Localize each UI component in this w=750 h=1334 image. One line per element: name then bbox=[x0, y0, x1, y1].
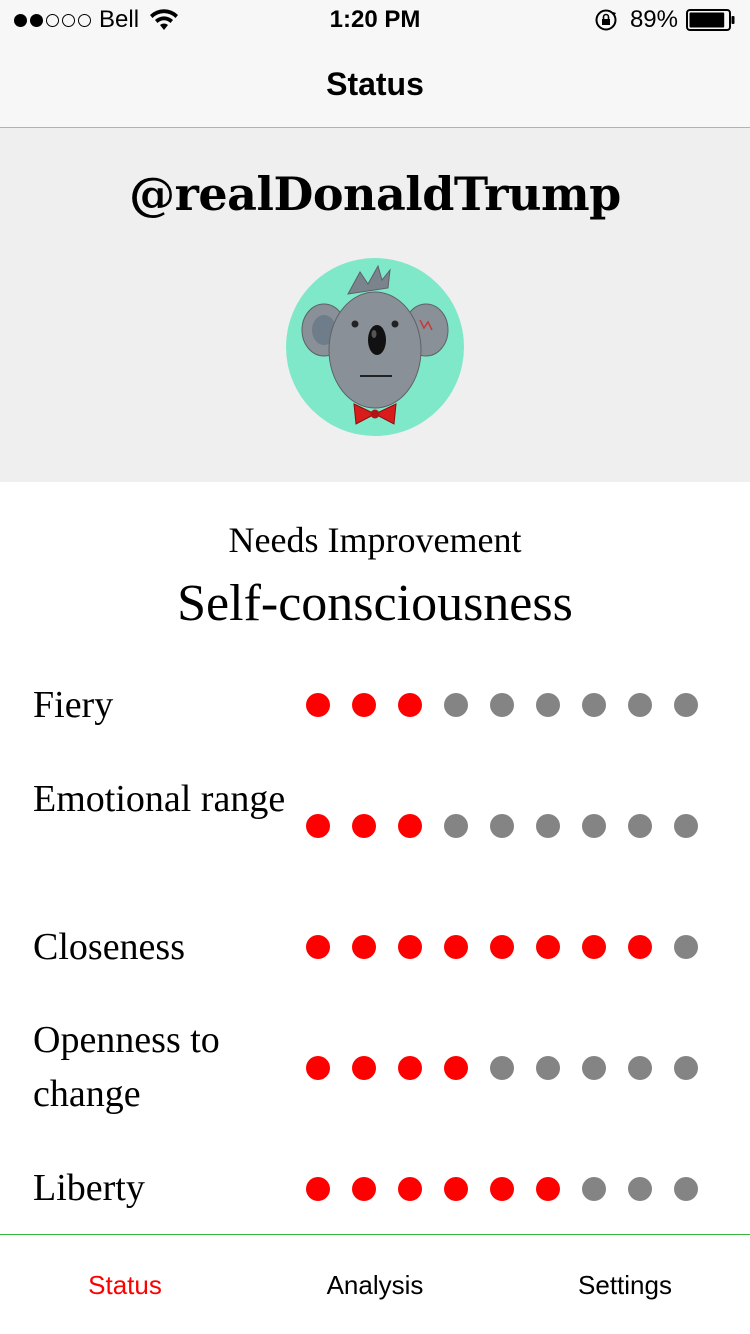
rating-dot-filled bbox=[444, 1177, 468, 1201]
rating-dot-filled bbox=[582, 935, 606, 959]
rating-dot-filled bbox=[306, 814, 330, 838]
rating-dot-filled bbox=[490, 935, 514, 959]
battery-percent: 89% bbox=[629, 6, 678, 33]
tab-status[interactable]: Status bbox=[0, 1267, 250, 1303]
rating-dot-filled bbox=[398, 935, 422, 959]
rating-dot-empty bbox=[674, 693, 698, 717]
status-bar-right: 89% bbox=[594, 6, 736, 34]
rating-dot-filled bbox=[352, 814, 376, 838]
rating-dot-filled bbox=[352, 935, 376, 959]
tab-analysis[interactable]: Analysis bbox=[250, 1267, 500, 1303]
trait-rating-dots bbox=[306, 1177, 698, 1201]
trait-label: Closeness bbox=[33, 926, 185, 968]
rating-dot-empty bbox=[674, 814, 698, 838]
assessment-trait: Self-consciousness bbox=[177, 575, 573, 632]
twitter-handle: @realDonaldTrump bbox=[129, 167, 621, 221]
trait-row-fiery: Fiery bbox=[0, 678, 750, 732]
rating-dot-filled bbox=[352, 1056, 376, 1080]
trait-row-liberty: Liberty bbox=[0, 1161, 750, 1215]
rating-dot-empty bbox=[582, 814, 606, 838]
assessment-label: Needs Improvement bbox=[228, 520, 522, 560]
koala-avatar-icon bbox=[286, 258, 464, 436]
status-content: Needs Improvement Self-consciousness Fie… bbox=[0, 482, 750, 1234]
rating-dot-empty bbox=[628, 1056, 652, 1080]
rating-dot-filled bbox=[628, 935, 652, 959]
rating-dot-filled bbox=[398, 693, 422, 717]
trait-rating-dots bbox=[306, 1056, 698, 1080]
navigation-bar: Status bbox=[0, 40, 750, 128]
rating-dot-empty bbox=[628, 693, 652, 717]
rating-dot-filled bbox=[536, 935, 560, 959]
trait-rating-dots bbox=[306, 935, 698, 959]
rating-dot-empty bbox=[628, 814, 652, 838]
trait-row-closeness: Closeness bbox=[0, 920, 750, 974]
rating-dot-filled bbox=[306, 693, 330, 717]
rating-dot-empty bbox=[536, 693, 560, 717]
rating-dot-empty bbox=[674, 1056, 698, 1080]
rating-dot-empty bbox=[536, 814, 560, 838]
rating-dot-empty bbox=[582, 693, 606, 717]
trait-row-openness-to-change: Openness to change bbox=[0, 1013, 750, 1121]
rating-dot-empty bbox=[536, 1056, 560, 1080]
battery-icon bbox=[686, 9, 735, 31]
trait-label: Liberty bbox=[33, 1167, 145, 1209]
rating-dot-filled bbox=[352, 1177, 376, 1201]
rating-dot-empty bbox=[674, 935, 698, 959]
rating-dot-empty bbox=[628, 1177, 652, 1201]
rating-dot-filled bbox=[490, 1177, 514, 1201]
rating-dot-filled bbox=[352, 693, 376, 717]
rating-dot-empty bbox=[490, 693, 514, 717]
trait-row-emotional-range: Emotional range bbox=[0, 772, 750, 880]
trait-label: Fiery bbox=[33, 684, 114, 726]
rotation-lock-icon bbox=[595, 9, 617, 31]
rating-dot-empty bbox=[490, 814, 514, 838]
rating-dot-empty bbox=[444, 814, 468, 838]
status-bar: Bell 1:20 PM 89% bbox=[0, 0, 750, 40]
rating-dot-filled bbox=[444, 1056, 468, 1080]
rating-dot-filled bbox=[306, 1056, 330, 1080]
trait-rating-dots bbox=[306, 814, 698, 838]
trait-label: Emotional range bbox=[33, 778, 286, 820]
rating-dot-empty bbox=[582, 1177, 606, 1201]
trait-label: Openness to change bbox=[33, 1019, 220, 1115]
tab-settings[interactable]: Settings bbox=[500, 1267, 750, 1303]
tab-bar: Status Analysis Settings bbox=[0, 1234, 750, 1334]
rating-dot-empty bbox=[444, 693, 468, 717]
rating-dot-filled bbox=[398, 1056, 422, 1080]
rating-dot-filled bbox=[306, 935, 330, 959]
rating-dot-empty bbox=[490, 1056, 514, 1080]
rating-dot-filled bbox=[398, 814, 422, 838]
profile-header: @realDonaldTrump bbox=[0, 128, 750, 482]
rating-dot-empty bbox=[582, 1056, 606, 1080]
rating-dot-filled bbox=[398, 1177, 422, 1201]
page-title: Status bbox=[326, 66, 424, 102]
rating-dot-empty bbox=[674, 1177, 698, 1201]
rating-dot-filled bbox=[306, 1177, 330, 1201]
trait-rating-dots bbox=[306, 693, 698, 717]
rating-dot-filled bbox=[536, 1177, 560, 1201]
rating-dot-filled bbox=[444, 935, 468, 959]
